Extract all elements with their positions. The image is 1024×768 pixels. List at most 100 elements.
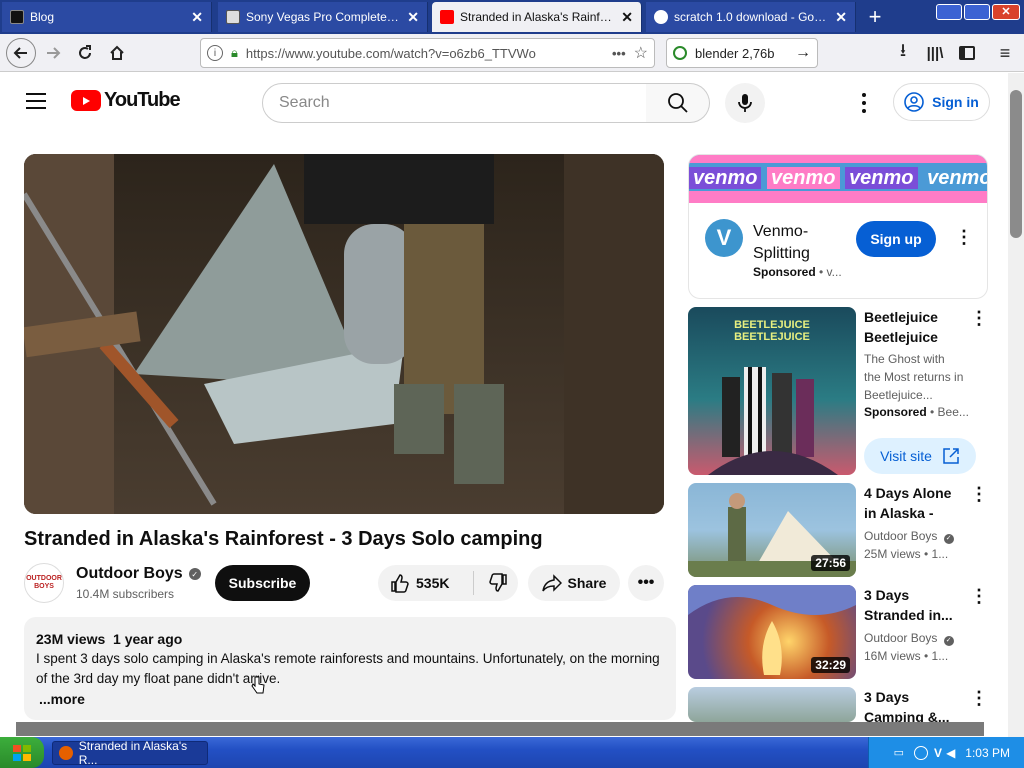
tab-label: Stranded in Alaska's Rainforest (460, 10, 616, 24)
tab-google-search[interactable]: scratch 1.0 download - Google S ✕ (646, 2, 856, 32)
close-tab-icon[interactable]: ✕ (835, 9, 847, 26)
info-icon[interactable]: i (207, 45, 223, 61)
venmo-ad-title: Venmo-Splitting (753, 223, 810, 262)
search-engine-icon[interactable] (673, 46, 687, 60)
guide-menu-button[interactable] (26, 93, 46, 109)
venmo-ad-meta: Sponsored • v... (753, 265, 842, 279)
video-more-icon[interactable]: ⋮ (970, 484, 988, 505)
share-button[interactable]: Share (528, 565, 620, 601)
upload-age: 1 year ago (113, 631, 183, 647)
recommendation-thumbnail[interactable]: 27:56 (688, 483, 856, 577)
url-text[interactable]: https://www.youtube.com/watch?v=o6zb6_TT… (246, 46, 536, 61)
sidebar-toggle-button[interactable] (952, 38, 982, 68)
video-duration: 27:56 (811, 555, 850, 571)
beetlejuice-ad-desc: The Ghost with the Most returns in Beetl… (864, 352, 964, 402)
sign-in-button[interactable]: Sign in (893, 83, 990, 121)
like-button[interactable]: 535K (390, 571, 474, 595)
dislike-button[interactable] (488, 573, 508, 593)
tab-youtube-active[interactable]: Stranded in Alaska's Rainforest ✕ (432, 2, 642, 32)
system-tray: ▭ V ◀ 1:03 PM (868, 737, 1024, 768)
taskbar-firefox-item[interactable]: Stranded in Alaska's R... (52, 739, 208, 767)
account-icon (904, 92, 924, 112)
volume-icon[interactable]: ◀ (946, 746, 955, 760)
library-button[interactable]: |||\ (920, 38, 950, 68)
reload-button[interactable] (70, 38, 100, 68)
close-window-button[interactable]: ✕ (992, 4, 1020, 20)
like-count: 535K (416, 575, 450, 591)
new-tab-button[interactable]: + (862, 4, 888, 30)
verified-check-icon: ✓ (943, 636, 954, 646)
venmo-logo-icon: V (705, 219, 743, 257)
beetlejuice-ad-thumbnail[interactable]: BEETLEJUICE BEETLEJUICE (688, 307, 856, 475)
channel-name-row: Outdoor Boys ✓ (76, 565, 201, 583)
back-arrow-icon (13, 47, 27, 59)
tray-app-icon[interactable]: V (934, 746, 942, 760)
recommendation-title[interactable]: 4 Days Alone in Alaska - (864, 483, 964, 523)
close-tab-icon[interactable]: ✕ (407, 9, 419, 26)
back-button[interactable] (6, 38, 36, 68)
recommendation-thumbnail[interactable]: 32:29 (688, 585, 856, 679)
close-tab-icon[interactable]: ✕ (191, 9, 203, 26)
clock: 1:03 PM (965, 745, 1010, 760)
recommendation-thumbnail[interactable] (688, 687, 856, 722)
url-bar[interactable]: i 🔒︎ https://www.youtube.com/watch?v=o6z… (200, 38, 655, 68)
forward-arrow-icon (47, 47, 61, 59)
video-more-icon[interactable]: ⋮ (970, 586, 988, 607)
hamburger-menu-icon: ≡ (999, 42, 1011, 63)
external-link-icon (943, 448, 959, 464)
channel-name[interactable]: Outdoor Boys (76, 565, 183, 583)
recommendation-title[interactable]: 3 Days Stranded in... (864, 585, 964, 625)
ad-more-icon[interactable]: ⋮ (970, 308, 988, 329)
start-button[interactable] (0, 737, 44, 768)
recommendation-title[interactable]: 3 Days Camping &... (864, 687, 964, 722)
menu-button[interactable]: ≡ (990, 38, 1020, 68)
microphone-icon (738, 94, 752, 112)
home-button[interactable] (102, 38, 132, 68)
tray-expand-icon[interactable] (914, 745, 929, 760)
page-scrollbar-thumb[interactable] (1010, 90, 1022, 238)
restore-window-button[interactable] (964, 4, 990, 20)
venmo-banner-text: venmo venmo venmo venmo (689, 167, 987, 190)
voice-search-button[interactable] (725, 83, 765, 123)
video-title: Stranded in Alaska's Rainforest - 3 Days… (24, 528, 543, 550)
subscribe-button[interactable]: Subscribe (215, 565, 310, 601)
sign-in-label: Sign in (932, 94, 979, 110)
video-player[interactable] (24, 154, 664, 514)
search-go-arrow-icon[interactable]: → (795, 44, 811, 62)
search-field-value[interactable]: blender 2,76b (695, 46, 775, 61)
tab-label: scratch 1.0 download - Google S (674, 10, 829, 24)
venmo-signup-button[interactable]: Sign up (856, 221, 936, 257)
youtube-logo[interactable]: YouTube (71, 89, 181, 112)
share-label: Share (567, 575, 607, 591)
hand-cursor-icon (251, 676, 265, 694)
youtube-search-button[interactable] (646, 83, 710, 123)
search-placeholder: Search (279, 94, 330, 111)
more-actions-button[interactable]: ••• (628, 565, 664, 601)
downloads-button[interactable]: ⭳ (888, 38, 918, 68)
network-icon[interactable]: ▭ (894, 746, 904, 759)
description-box[interactable]: 23M views 1 year ago I spent 3 days solo… (24, 617, 676, 720)
youtube-search-input[interactable]: Search (262, 83, 647, 123)
tab-label: Blog (30, 10, 55, 24)
bookmark-star-icon[interactable]: ☆ (634, 43, 648, 63)
settings-more-button[interactable] (856, 91, 872, 115)
home-icon (110, 45, 124, 60)
horizontal-scrollbar[interactable] (16, 722, 984, 736)
venmo-ad-card[interactable]: venmo venmo venmo venmo V Venmo-Splittin… (688, 154, 988, 299)
recommendation-channel-row: Outdoor Boys ✓ (864, 527, 954, 545)
tab-sony-vegas[interactable]: Sony Vegas Pro Complete Pack ✕ (218, 2, 428, 32)
beetlejuice-ad-title[interactable]: Beetlejuice Beetlejuice (864, 307, 964, 347)
page-actions-icon[interactable]: ••• (612, 46, 626, 61)
tab-blog[interactable]: Blog ✕ (2, 2, 212, 32)
forward-button[interactable] (38, 38, 68, 68)
visit-site-button[interactable]: Visit site (864, 438, 976, 474)
avatar-text: OUTDOOR BOYS (26, 575, 62, 590)
channel-avatar[interactable]: OUTDOOR BOYS (24, 563, 64, 603)
browser-search-field[interactable]: blender 2,76b → (666, 38, 818, 68)
show-more-link[interactable]: ...more (39, 689, 664, 709)
close-tab-icon[interactable]: ✕ (621, 9, 633, 26)
minimize-window-button[interactable] (936, 4, 962, 20)
ad-more-icon[interactable]: ⋮ (955, 227, 973, 248)
youtube-play-logo-icon (71, 90, 101, 111)
video-more-icon[interactable]: ⋮ (970, 688, 988, 709)
